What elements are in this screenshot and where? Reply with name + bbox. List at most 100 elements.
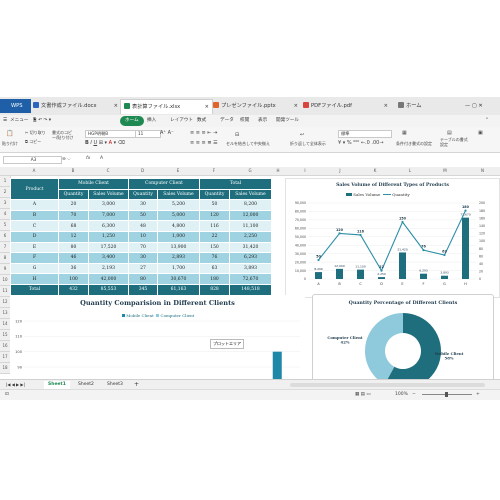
tab-home[interactable]: ホーム (120, 116, 144, 126)
quick-access-icons[interactable]: 🗎 ↶ ↷ ▾ (33, 116, 51, 126)
total-cell[interactable]: 61,163 (157, 283, 200, 296)
data-cell[interactable]: 10 (128, 230, 158, 243)
merge-center-button[interactable]: セルを結合して中央揃え (226, 141, 270, 147)
data-cell[interactable]: 42,000 (88, 273, 129, 285)
number-format-icons[interactable]: ¥ ▾ % ⁰⁰⁰ ←.0 .00→ (338, 140, 384, 146)
quantity-percentage-chart[interactable]: Quantity Percentage of Different Clients… (312, 294, 494, 379)
product-cell[interactable]: A (10, 199, 59, 211)
data-cell[interactable]: 30 (128, 199, 158, 211)
column-header[interactable]: B (58, 167, 89, 176)
document-tab[interactable]: WPS (0, 99, 31, 113)
data-cell[interactable]: 76 (199, 252, 230, 264)
zoom-level[interactable]: 100% (395, 392, 408, 397)
line-quantity[interactable] (318, 210, 466, 272)
bar-sales-volume[interactable] (399, 252, 406, 279)
column-header[interactable]: J (325, 167, 356, 176)
close-tab-icon[interactable]: × (384, 99, 388, 113)
bar-sales-volume[interactable] (441, 275, 448, 279)
total-cell[interactable]: 828 (199, 283, 230, 296)
line-point[interactable] (422, 249, 425, 252)
data-cell[interactable]: 6,293 (229, 252, 272, 264)
fx-icon[interactable]: fx (86, 156, 90, 161)
align-bottom-icons[interactable]: ≡ ≡ ≡ ≣ ☰ (190, 140, 218, 146)
line-point[interactable] (464, 209, 467, 212)
column-header[interactable]: K (355, 167, 396, 176)
bar-mobile-client[interactable] (272, 351, 282, 379)
zoom-slider-thumb[interactable] (445, 392, 448, 397)
document-tab[interactable]: PDFファイル.pdf × (300, 99, 391, 113)
paste-button[interactable]: 貼り付け (2, 141, 18, 147)
data-cell[interactable]: 46 (58, 252, 89, 264)
wrap-text-button[interactable]: 折り返して全体表示 (290, 141, 326, 147)
document-tab[interactable]: プレゼンファイル.pptx × (210, 99, 301, 113)
product-cell[interactable]: H (10, 273, 59, 285)
column-header[interactable]: I (285, 167, 326, 176)
data-cell[interactable]: 48 (128, 220, 158, 232)
data-cell[interactable]: 70 (128, 241, 158, 254)
data-cell[interactable]: 70 (58, 209, 89, 222)
data-cell[interactable]: 50 (128, 209, 158, 222)
product-cell[interactable]: G (10, 262, 59, 275)
data-cell[interactable]: 2,250 (229, 230, 272, 243)
data-cell[interactable]: 17,520 (88, 241, 129, 254)
document-tab[interactable]: 文書作成ファイル.docx × (30, 99, 121, 113)
column-header[interactable]: A (10, 167, 59, 176)
ribbon-tab[interactable]: レイアウト (170, 116, 193, 126)
bar-sales-volume[interactable] (378, 277, 385, 279)
data-cell[interactable]: 1,250 (88, 230, 129, 243)
name-box[interactable]: A3 (3, 156, 62, 164)
column-header[interactable]: N (465, 167, 500, 176)
data-cell[interactable]: 6,300 (88, 220, 129, 232)
font-style-buttons[interactable]: B I U ⊞ ▾ A ▾ ⌫ (85, 140, 125, 146)
window-controls[interactable]: — ▢ ✕ (462, 99, 500, 113)
font-grow-shrink-icons[interactable]: A⁺ A⁻ (160, 130, 174, 136)
line-point[interactable] (338, 232, 341, 235)
bar-sales-volume[interactable] (462, 217, 469, 279)
collapse-ribbon-icon[interactable]: ⌃ (485, 116, 489, 126)
column-header[interactable]: C (88, 167, 129, 176)
data-cell[interactable]: 4,800 (157, 220, 200, 232)
data-cell[interactable]: 80 (58, 241, 89, 254)
ribbon-tab[interactable]: データ (220, 116, 234, 126)
data-cell[interactable]: 116 (199, 220, 230, 232)
bar-sales-volume[interactable] (420, 273, 427, 279)
number-format-select[interactable]: 標準 (338, 130, 392, 138)
data-cell[interactable]: 1,000 (157, 230, 200, 243)
font-size-select[interactable]: 11 (135, 130, 161, 138)
total-cell[interactable]: 148,518 (229, 283, 272, 296)
data-cell[interactable]: 22 (199, 230, 230, 243)
zoom-in-icon[interactable]: + (476, 392, 480, 397)
data-cell[interactable]: 20 (58, 199, 89, 211)
sheet-tab-2[interactable]: Sheet2 (74, 381, 98, 389)
zoom-out-icon[interactable]: − (412, 392, 416, 397)
data-cell[interactable]: 3,893 (229, 262, 272, 275)
add-sheet-icon[interactable]: + (130, 381, 143, 389)
data-cell[interactable]: 3,400 (88, 252, 129, 264)
product-cell[interactable]: D (10, 230, 59, 243)
close-tab-icon[interactable]: × (205, 100, 209, 114)
data-cell[interactable]: 120 (199, 209, 230, 222)
file-menu[interactable]: メニュー (10, 116, 28, 126)
format-painter-button[interactable]: 書式のコピー/貼り付け (52, 130, 74, 140)
data-cell[interactable]: 12 (58, 230, 89, 243)
column-header[interactable]: M (425, 167, 466, 176)
quantity-comparison-chart[interactable]: Quantity Comparision in Different Client… (10, 295, 305, 379)
data-cell[interactable]: 31,420 (229, 241, 272, 254)
hamburger-icon[interactable]: ☰ (3, 116, 7, 126)
data-cell[interactable]: 12,000 (229, 209, 272, 222)
formula-icons[interactable]: ⊖ ⌵ (62, 156, 71, 162)
view-mode-icons[interactable]: ▦ ▤ ▭ (355, 392, 371, 397)
total-cell[interactable]: 345 (128, 283, 158, 296)
copy-button[interactable]: ⧉ コピー (25, 139, 41, 145)
worksheet-grid[interactable]: ABCDEFGHIJKLMNO 123456789101112131415161… (0, 167, 500, 379)
font-name-select[interactable]: HGP明朝B (85, 130, 137, 138)
bar-sales-volume[interactable] (336, 268, 343, 279)
line-point[interactable] (359, 233, 362, 237)
sheet-tab-3[interactable]: Sheet3 (103, 381, 127, 389)
product-cell[interactable]: F (10, 252, 59, 264)
data-cell[interactable]: 5,200 (157, 199, 200, 211)
column-header[interactable]: F (199, 167, 230, 176)
data-cell[interactable]: 100 (58, 273, 89, 285)
data-cell[interactable]: 180 (199, 273, 230, 285)
document-tab[interactable]: ホーム (395, 99, 458, 113)
